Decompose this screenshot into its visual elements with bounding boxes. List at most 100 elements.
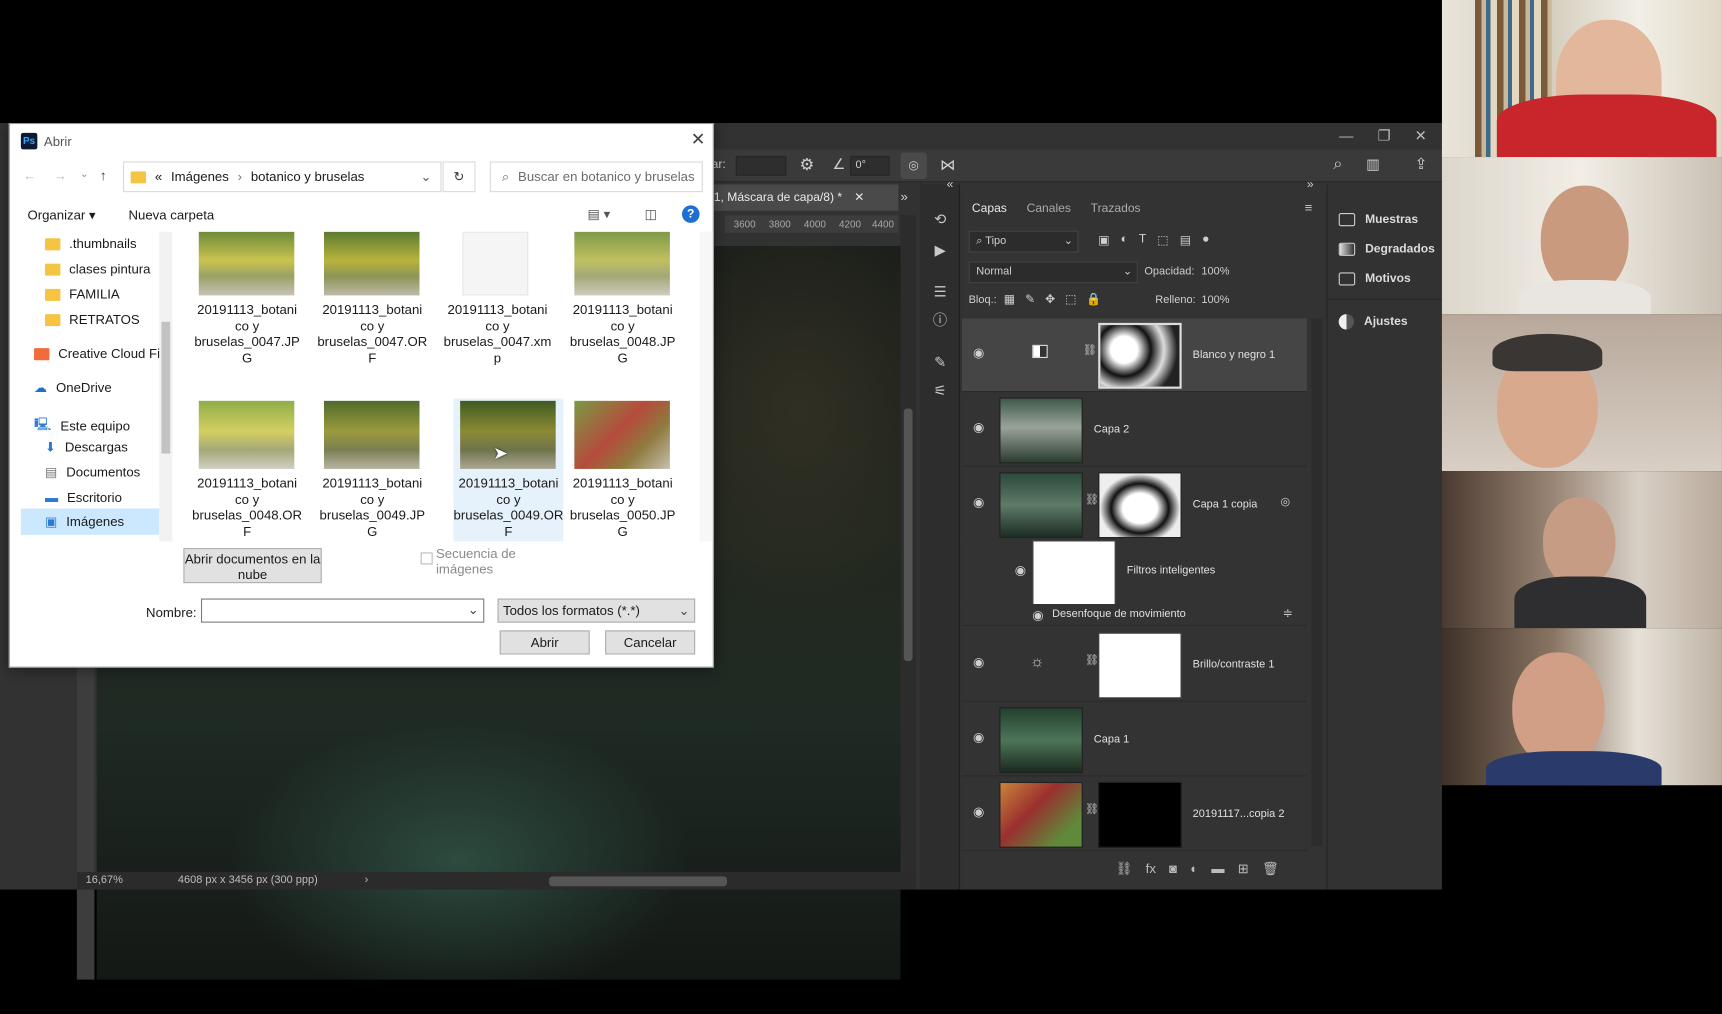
layer-row[interactable]: ◉ ☼ ⛓ Brillo/contraste 1 — [962, 628, 1307, 702]
new-folder-button[interactable]: Nueva carpeta — [128, 208, 214, 223]
new-layer-icon[interactable]: ⊞ — [1238, 861, 1249, 876]
file-item[interactable]: 20191113_botani co y bruselas_0047.xm p — [436, 231, 551, 375]
visibility-eye-icon[interactable]: ◉ — [973, 345, 988, 360]
layer-row[interactable]: ◉ ⛓ Capa 1 copia ◎ — [962, 467, 1307, 542]
fill-value[interactable]: 100% — [1201, 294, 1229, 306]
lock-pixels-icon[interactable]: ▦ — [1004, 292, 1015, 306]
info-icon[interactable]: ⓘ — [931, 312, 949, 330]
expand-icon[interactable]: » — [1307, 178, 1314, 191]
ajustes-item[interactable]: Ajustes — [1338, 314, 1408, 330]
help-icon[interactable]: ? — [681, 205, 700, 223]
nav-item[interactable]: clases pintura — [45, 261, 151, 277]
nav-item[interactable]: ▬ Escritorio — [45, 490, 122, 505]
file-item[interactable]: 20191113_botani co y bruselas_0048.JP G — [561, 231, 675, 375]
format-dropdown[interactable]: Todos los formatos (*.*) ⌄ — [497, 598, 696, 623]
layer-name[interactable]: Capa 1 — [1094, 734, 1129, 746]
fx-icon[interactable]: fx — [1146, 861, 1156, 876]
link-layers-icon[interactable]: ⛓ — [1116, 861, 1133, 876]
layer-row[interactable]: ◉ Capa 1 — [962, 702, 1307, 777]
degradados-item[interactable]: Degradados — [1338, 242, 1435, 256]
close-icon[interactable]: ✕ — [1415, 127, 1427, 145]
workspace-icon[interactable]: ▥ — [1366, 156, 1380, 174]
cancel-button[interactable]: Cancelar — [605, 630, 696, 655]
new-group-icon[interactable]: ▬ — [1211, 861, 1224, 876]
zoom-level[interactable]: 16,67% — [86, 872, 123, 890]
layer-name[interactable]: Filtros inteligentes — [1127, 564, 1216, 576]
filter-toggle-icon[interactable]: ● — [1202, 233, 1209, 247]
file-item[interactable]: 20191113_botani co y bruselas_0049.JP G — [311, 399, 425, 542]
close-tab-icon[interactable]: ✕ — [854, 191, 864, 204]
document-tab[interactable]: 1, Máscara de capa/8) * ✕ — [711, 184, 899, 211]
nav-item[interactable]: RETRATOS — [45, 312, 140, 327]
sequence-checkbox[interactable] — [420, 552, 433, 565]
layer-name[interactable]: Brillo/contraste 1 — [1193, 659, 1275, 671]
layer-name[interactable]: Blanco y negro 1 — [1193, 349, 1275, 361]
smart-filters-row[interactable]: ◉ Filtros inteligentes — [962, 538, 1307, 607]
preview-pane-icon[interactable]: ◫ — [645, 206, 657, 221]
collapse-panels-icon[interactable]: » — [901, 189, 908, 204]
minimize-icon[interactable]: — — [1339, 127, 1353, 145]
layers-scrollbar[interactable] — [1311, 318, 1323, 846]
organize-menu[interactable]: Organizar ▾ — [27, 208, 95, 223]
breadcrumb-imagenes[interactable]: Imágenes — [171, 169, 229, 184]
filter-name[interactable]: Desenfoque de movimiento — [1052, 608, 1186, 620]
address-bar[interactable]: « Imágenes › botanico y bruselas ⌄ — [122, 161, 442, 193]
breadcrumb-folder[interactable]: botanico y bruselas — [251, 169, 365, 184]
recent-chevron-icon[interactable]: ⌄ — [80, 168, 88, 180]
gear-icon[interactable]: ⚙ — [799, 155, 814, 175]
nav-item[interactable]: ⬇ Descargas — [45, 439, 128, 454]
add-mask-icon[interactable]: ◙ — [1169, 861, 1177, 876]
nav-item[interactable]: ▤ Documentos — [45, 465, 140, 480]
lock-artboard-icon[interactable]: ⬚ — [1065, 292, 1076, 306]
pixel-filter-icon[interactable]: ▣ — [1098, 233, 1109, 247]
play-icon[interactable]: ▶ — [931, 242, 949, 260]
layer-thumbnail[interactable] — [999, 707, 1083, 774]
h-scroll-thumb[interactable] — [549, 876, 728, 887]
adjustment-filter-icon[interactable]: ◐ — [1121, 233, 1128, 247]
visibility-eye-icon[interactable]: ◉ — [973, 655, 988, 670]
visibility-eye-icon[interactable]: ◉ — [973, 494, 988, 509]
search-icon[interactable]: ⌕ — [1333, 155, 1342, 174]
layer-row[interactable]: ◉ Capa 2 — [962, 393, 1307, 467]
visibility-eye-icon[interactable]: ◉ — [1032, 607, 1047, 622]
nav-item[interactable]: ☁ OneDrive — [34, 380, 112, 395]
mask-thumbnail[interactable] — [1098, 472, 1182, 539]
up-icon[interactable]: ↑ — [100, 168, 107, 183]
file-item-selected[interactable]: 20191113_botani co y bruselas_0049.OR F ➤ — [454, 398, 563, 542]
angle-field[interactable]: 0° — [850, 155, 890, 176]
nav-item[interactable]: Creative Cloud Fil — [34, 346, 163, 361]
filter-options-icon[interactable]: ≑ — [1283, 606, 1293, 620]
filter-row[interactable]: ◉ Desenfoque de movimiento ≑ — [962, 604, 1307, 626]
canvas-scroll-thumb[interactable] — [903, 408, 913, 662]
brush-icon[interactable]: ✎ — [931, 354, 949, 372]
panel-menu-icon[interactable]: ≡ — [1305, 200, 1313, 215]
name-dropdown-icon[interactable]: ⌄ — [468, 602, 479, 617]
layer-thumbnail[interactable] — [999, 397, 1083, 464]
share-icon[interactable]: ⇪ — [1414, 155, 1427, 174]
back-icon[interactable]: ← — [23, 168, 36, 183]
refresh-button[interactable]: ↻ — [442, 161, 476, 193]
layer-thumbnail[interactable] — [999, 781, 1083, 848]
file-item[interactable]: 20191113_botani co y bruselas_0050.JP G — [561, 399, 675, 542]
nav-item[interactable]: FAMILIA — [45, 287, 120, 302]
tab-capas[interactable]: Capas — [962, 195, 1017, 221]
new-adjustment-icon[interactable]: ◐ — [1190, 861, 1198, 876]
forward-icon[interactable]: → — [54, 168, 67, 183]
mask-thumbnail[interactable] — [1098, 781, 1182, 848]
nav-scroll-thumb[interactable] — [161, 321, 171, 454]
trash-icon[interactable]: 🗑 — [1262, 861, 1279, 876]
brush-settings-icon[interactable]: ⚟ — [931, 382, 949, 400]
open-cloud-button[interactable]: Abrir documentos en la nube — [183, 548, 322, 584]
visibility-eye-icon[interactable]: ◉ — [973, 420, 988, 435]
breadcrumb-overflow[interactable]: « — [155, 169, 162, 184]
view-icon[interactable]: ▤ ▾ — [588, 206, 611, 221]
close-icon[interactable]: ✕ — [691, 128, 706, 150]
type-filter-icon[interactable]: T — [1139, 233, 1146, 247]
open-button[interactable]: Abrir — [499, 630, 590, 655]
blend-mode-dropdown[interactable]: Normal ⌄ — [968, 261, 1138, 284]
visibility-eye-icon[interactable]: ◉ — [973, 804, 988, 819]
tab-canales[interactable]: Canales — [1017, 195, 1081, 221]
mask-thumbnail[interactable] — [1098, 632, 1182, 699]
status-arrow-icon[interactable]: › — [365, 872, 369, 890]
visibility-eye-icon[interactable]: ◉ — [973, 729, 988, 744]
